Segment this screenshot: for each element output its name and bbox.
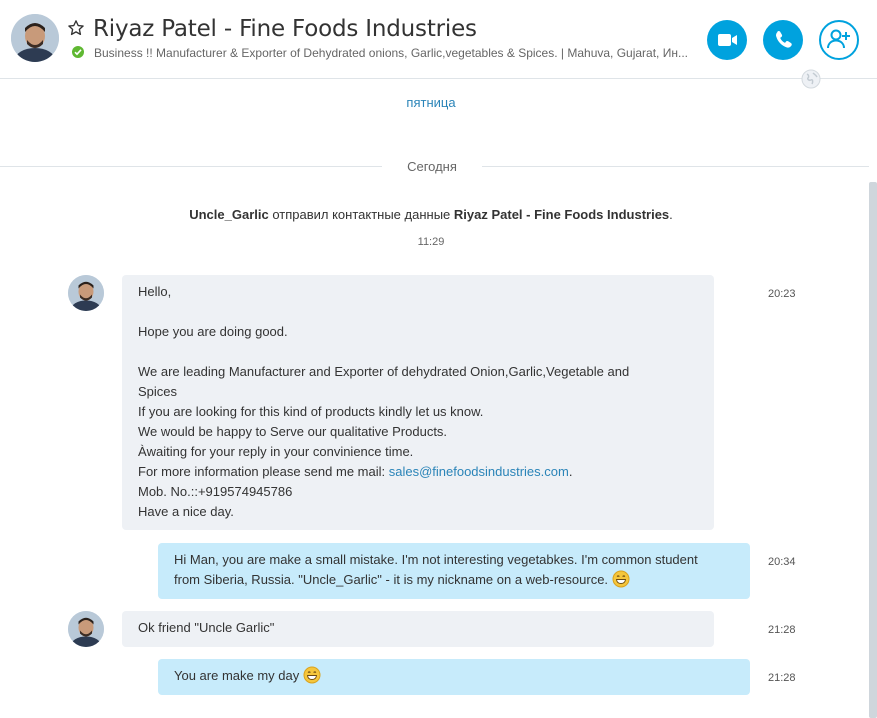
video-icon (718, 34, 737, 46)
mail-prefix: For more information please send me mail… (138, 464, 389, 479)
email-link[interactable]: sales@finefoodsindustries.com (389, 464, 569, 479)
message-line: You are make my day (174, 666, 734, 686)
conversation-scrollbar[interactable] (869, 182, 877, 718)
message-timestamp: 21:28 (768, 672, 796, 684)
contact-shared-notice: Uncle_Garlic отправил контактные данные … (0, 207, 862, 222)
message-bubble-incoming[interactable]: Hello, Hope you are doing good. We are l… (122, 275, 714, 530)
message-line: Mob. No.::+919574945786 (138, 484, 293, 499)
earlier-day-link[interactable]: пятница (0, 95, 862, 110)
message-timestamp: 20:23 (768, 288, 796, 300)
message-bubble-outgoing[interactable]: Hi Man, you are make a small mistake. I'… (158, 543, 750, 599)
audio-call-button[interactable] (763, 20, 803, 60)
message-timestamp: 21:28 (768, 624, 796, 636)
shared-contact-name[interactable]: Riyaz Patel - Fine Foods Industries (454, 207, 669, 222)
sender-avatar[interactable] (68, 275, 104, 311)
message-line: Hello, (138, 284, 172, 299)
notice-action-text: отправил контактные данные (268, 207, 454, 222)
contact-avatar[interactable] (11, 14, 59, 62)
message-text: You are make my day (174, 668, 303, 683)
phone-icon (776, 31, 792, 48)
globe-icon[interactable] (801, 69, 821, 89)
conversation-header: Riyaz Patel - Fine Foods Industries Busi… (0, 0, 877, 79)
video-call-button[interactable] (707, 20, 747, 60)
add-contact-icon (827, 29, 850, 49)
message-line: Spices (138, 384, 178, 399)
message-bubble-incoming[interactable]: Ok friend "Uncle Garlic" (122, 611, 714, 647)
message-line: Hope you are doing good. (138, 324, 288, 339)
mood-message[interactable]: Business !! Manufacturer & Exporter of D… (94, 46, 694, 60)
today-divider-label: Сегодня (382, 159, 482, 174)
contact-name-title[interactable]: Riyaz Patel - Fine Foods Industries (93, 16, 477, 42)
message-line: We would be happy to Serve our qualitati… (138, 424, 448, 439)
date-divider-left (0, 166, 385, 167)
date-divider-right (478, 166, 869, 167)
message-line: Hi Man, you are make a small mistake. I'… (174, 552, 698, 567)
grin-emoji-icon (612, 570, 630, 588)
message-line: If you are looking for this kind of prod… (138, 404, 484, 419)
sender-name[interactable]: Uncle_Garlic (189, 207, 269, 222)
message-line: We are leading Manufacturer and Exporter… (138, 364, 630, 379)
message-line: Have a nice day. (138, 504, 234, 519)
message-bubble-outgoing[interactable]: You are make my day (158, 659, 750, 695)
grin-emoji-icon (303, 666, 321, 684)
message-text: from Siberia, Russia. "Uncle_Garlic" - i… (174, 572, 612, 587)
mail-suffix: . (568, 464, 573, 479)
message-timestamp: 20:34 (768, 556, 796, 568)
message-text: Ok friend "Uncle Garlic" (138, 620, 275, 635)
message-line: For more information please send me mail… (138, 462, 698, 482)
notice-timestamp: 11:29 (417, 236, 445, 248)
message-line: Àwaiting for your reply in your convinie… (138, 444, 414, 459)
notice-end: . (669, 207, 673, 222)
star-icon[interactable] (67, 19, 85, 37)
online-status-icon (72, 46, 84, 58)
sender-avatar[interactable] (68, 611, 104, 647)
add-participants-button[interactable] (819, 20, 859, 60)
message-line: from Siberia, Russia. "Uncle_Garlic" - i… (174, 570, 734, 590)
